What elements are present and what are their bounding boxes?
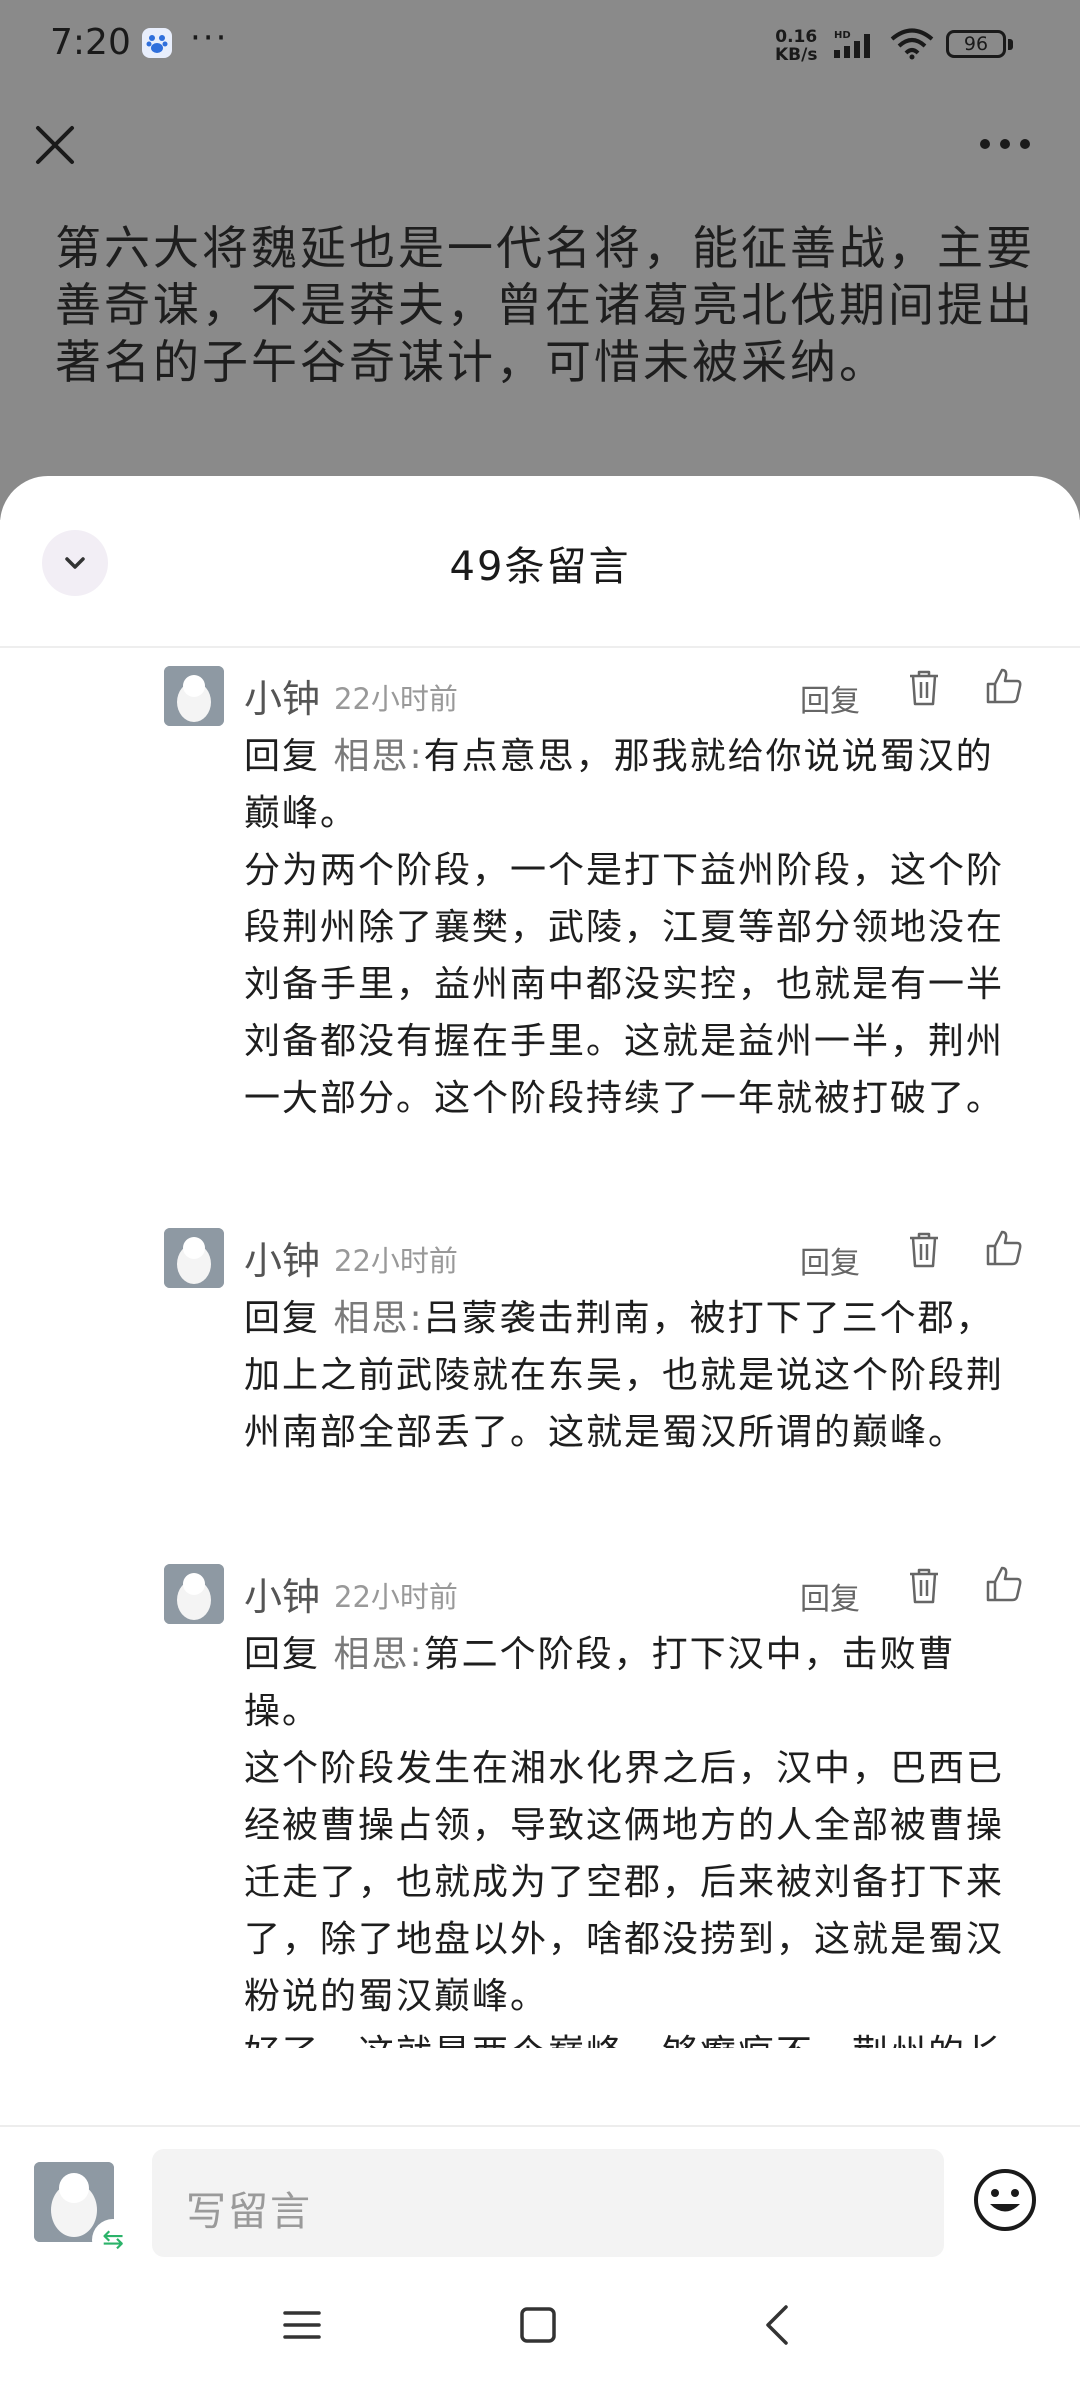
sheet-header: 49条留言 (0, 476, 1080, 648)
comment-time: 22小时前 (334, 682, 458, 716)
network-badge: HD (834, 30, 851, 41)
switch-account-badge[interactable]: ⇆ (92, 2219, 134, 2261)
comment-input-placeholder: 写留言 (186, 2189, 312, 2235)
commenter-name[interactable]: 小钟 (244, 1230, 320, 1285)
trash-icon[interactable] (906, 668, 942, 708)
close-icon[interactable] (30, 120, 80, 170)
system-nav-bar (0, 2265, 1080, 2400)
menu-icon[interactable] (282, 2305, 322, 2345)
comment-time: 22小时前 (334, 1244, 458, 1278)
comment-count-title: 49条留言 (449, 544, 631, 590)
reply-prefix: 回复 (244, 736, 321, 777)
baidu-app-icon (142, 28, 172, 58)
mention-user[interactable]: 相思: (333, 1298, 423, 1339)
comment-line: 这个阶段发生在湘水化界之后，汉中，巴西已经被曹操占领，导致这俩地方的人全部被曹操… (244, 1748, 1005, 2017)
comment-text: 回复 相思:有点意思，那我就给你说说蜀汉的巅峰。 分为两个阶段，一个是打下益州阶… (244, 728, 1024, 1127)
reply-button[interactable]: 回复 (800, 676, 860, 720)
thumbs-up-icon[interactable] (984, 1564, 1024, 1604)
emoji-icon[interactable] (972, 2167, 1038, 2233)
back-icon[interactable] (758, 2303, 798, 2347)
trash-icon[interactable] (906, 1230, 942, 1270)
status-time: 7:20 (50, 22, 131, 63)
comment-text: 回复 相思:吕蒙袭击荆南，被打下了三个郡，加上之前武陵就在东吴，也就是说这个阶段… (244, 1290, 1024, 1461)
reply-button[interactable]: 回复 (800, 1238, 860, 1282)
thumbs-up-icon[interactable] (984, 666, 1024, 706)
mention-user[interactable]: 相思: (333, 1634, 423, 1675)
reply-prefix: 回复 (244, 1298, 321, 1339)
battery-tip (1008, 39, 1013, 50)
network-speed: 0.16 KB/s (775, 28, 817, 64)
comments-sheet: 49条留言 小钟 22小时前 回复 回复 相思:有点意思，那我就给你说说蜀汉的巅… (0, 476, 1080, 2400)
avatar[interactable] (164, 1228, 224, 1288)
comment-time: 22小时前 (334, 1580, 458, 1614)
home-icon[interactable] (518, 2305, 558, 2345)
reply-prefix: 回复 (244, 1634, 321, 1675)
trash-icon[interactable] (906, 1566, 942, 1606)
more-icon[interactable] (975, 124, 1035, 164)
avatar[interactable] (164, 1564, 224, 1624)
wifi-icon (890, 28, 934, 64)
network-speed-value: 0.16 (775, 27, 818, 47)
battery-indicator: 96 (946, 30, 1006, 58)
thumbs-up-icon[interactable] (984, 1228, 1024, 1268)
dimmed-article-background: 7:20 ··· 0.16 KB/s HD 96 第六大将魏延也是一代名将，能征… (0, 0, 1080, 520)
comment-line: 分为两个阶段，一个是打下益州阶段，这个阶段荆州除了襄樊，武陵，江夏等部分领地没在… (244, 850, 1005, 1119)
reply-button[interactable]: 回复 (800, 1574, 860, 1618)
comment-input-bar: ⇆ 写留言 (0, 2125, 1080, 2267)
commenter-name[interactable]: 小钟 (244, 668, 320, 723)
mention-user[interactable]: 相思: (333, 736, 423, 777)
comment-line: 好了，这就是两个巅峰，够癫疯不。荆州的长沙，桂阳，江夏全归了东吴。 (244, 2025, 1024, 2048)
switch-icon: ⇆ (102, 2225, 124, 2255)
status-more-dots: ··· (190, 18, 229, 58)
avatar[interactable] (164, 666, 224, 726)
article-paragraph: 第六大将魏延也是一代名将，能征善战，主要善奇谋，不是莽夫，曾在诸葛亮北伐期间提出… (55, 221, 1035, 389)
comment-input[interactable]: 写留言 (152, 2149, 944, 2257)
commenter-name[interactable]: 小钟 (244, 1566, 320, 1621)
comment-list[interactable]: 小钟 22小时前 回复 回复 相思:有点意思，那我就给你说说蜀汉的巅峰。 分为两… (0, 648, 1080, 2048)
comment-text: 回复 相思:第二个阶段，打下汉中，击败曹操。 这个阶段发生在湘水化界之后，汉中，… (244, 1626, 1024, 2048)
status-bar: 7:20 ··· 0.16 KB/s HD 96 (0, 0, 1080, 92)
network-speed-unit: KB/s (775, 45, 818, 65)
signal-icon: HD (826, 28, 880, 64)
